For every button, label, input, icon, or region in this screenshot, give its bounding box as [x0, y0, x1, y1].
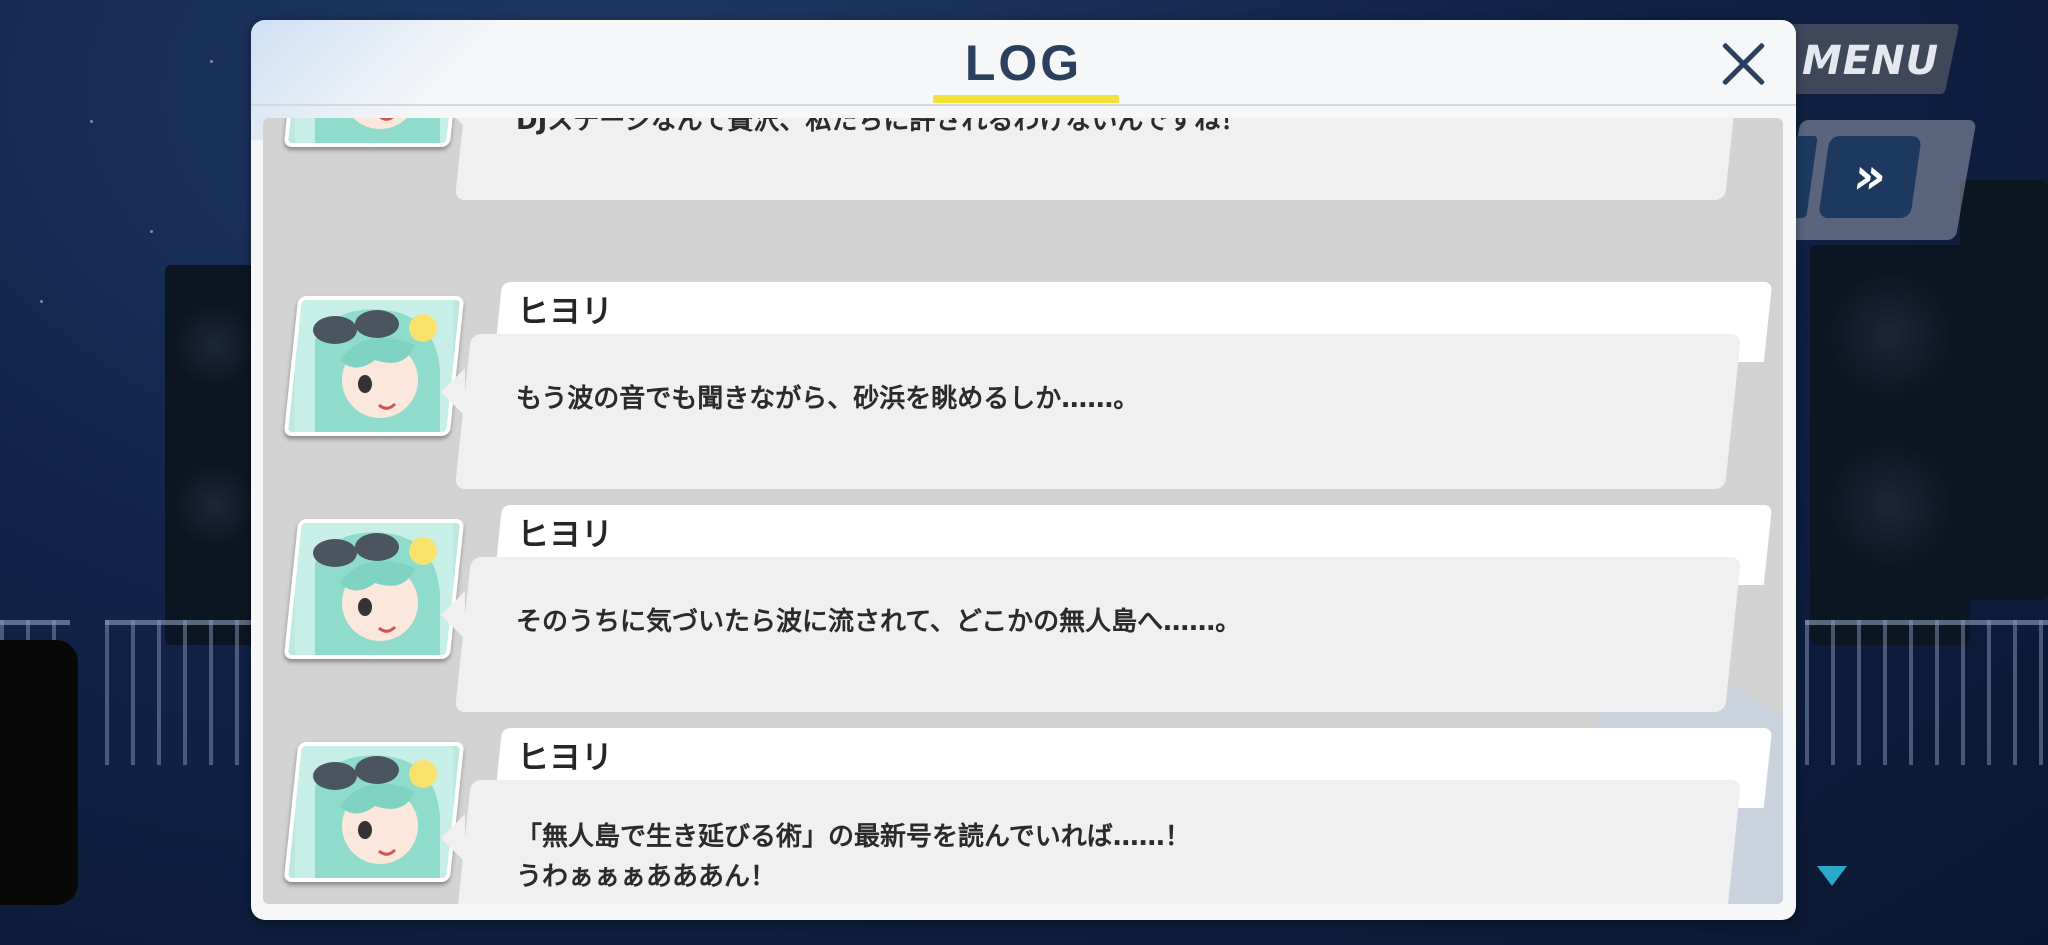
dialogue-line: もう波の音でも聞きながら、砂浜を眺めるしか……。: [516, 384, 1140, 414]
dialogue-line: うわぁぁぁあああん！: [516, 862, 777, 892]
page-title: LOG: [964, 35, 1083, 91]
log-entry: DJステージなんて贅沢、私たちに許されるわけないんですね！: [263, 118, 1783, 203]
close-icon[interactable]: [1711, 32, 1775, 96]
log-scroll-area[interactable]: DJステージなんて贅沢、私たちに許されるわけないんですね！ ヒヨリ もう波の音で…: [263, 118, 1783, 904]
log-entry: ヒヨリ 「無人島で生き延びる術」の最新号を読んでいれば……！ うわぁぁぁあああん…: [263, 728, 1783, 904]
speech-pointer: [441, 368, 465, 416]
dialogue-line: 「無人島で生き延びる術」の最新号を読んでいれば……！: [516, 822, 1191, 852]
fast-forward-icon[interactable]: »: [1818, 136, 1922, 218]
speaker-name: ヒヨリ: [517, 515, 614, 553]
star: [40, 300, 43, 303]
speaker: [1960, 180, 2048, 600]
log-entry: ヒヨリ そのうちに気づいたら波に流されて、どこかの無人島へ……。: [263, 505, 1783, 715]
speaker: [1810, 245, 1970, 645]
fence: [105, 620, 255, 765]
fence: [1805, 620, 2048, 765]
log-entry: ヒヨリ もう波の音でも聞きながら、砂浜を眺めるしか……。: [263, 282, 1783, 492]
title-divider: [251, 104, 1796, 106]
menu-label[interactable]: MENU: [1802, 38, 1939, 84]
speaker-portrait: [283, 519, 465, 659]
dialogue-line: DJステージなんて贅沢、私たちに許されるわけないんですね！: [516, 118, 1247, 136]
scroll-down-triangle-icon[interactable]: [1817, 866, 1847, 886]
speaker-name: ヒヨリ: [517, 292, 614, 330]
star: [90, 120, 93, 123]
speech-pointer: [441, 118, 465, 127]
log-panel: LOG DJステージなんて贅沢、私たちに許されるわけないんですね！ ヒヨリ もう…: [251, 20, 1796, 920]
speaker: [165, 265, 255, 645]
dialogue-line: そのうちに気づいたら波に流されて、どこかの無人島へ……。: [516, 607, 1242, 637]
left-dark-panel: [0, 640, 78, 905]
title-underline: [933, 95, 1119, 103]
speaker-portrait: [283, 742, 465, 882]
speech-pointer: [441, 591, 465, 639]
speaker-portrait: [283, 296, 465, 436]
speech-pointer: [441, 814, 465, 862]
speaker-name: ヒヨリ: [517, 738, 614, 776]
speaker-portrait: [283, 118, 465, 147]
star: [210, 60, 213, 63]
star: [150, 230, 153, 233]
